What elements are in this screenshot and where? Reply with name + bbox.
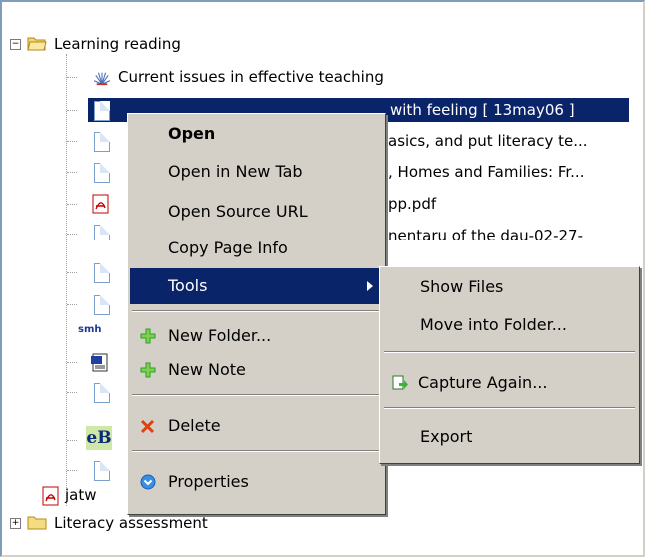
tree-item-label: asics, and put literacy te... — [388, 132, 588, 150]
menu-separator — [384, 407, 635, 409]
menu-item-tools[interactable]: Tools — [130, 268, 383, 304]
expand-icon[interactable]: + — [10, 518, 21, 529]
menu-separator — [384, 351, 635, 353]
page-icon — [94, 132, 110, 152]
tree-connector — [67, 470, 77, 471]
menu-item-delete[interactable]: Delete — [130, 408, 383, 444]
menu-item-open[interactable]: Open — [130, 116, 383, 152]
word-doc-icon — [91, 353, 108, 372]
menu-item-capture-again[interactable]: Capture Again... — [382, 365, 637, 401]
tree-item-label: , Homes and Families: Fr... — [388, 163, 585, 181]
collapse-icon[interactable]: − — [10, 39, 21, 50]
menu-item-label: New Folder... — [168, 326, 272, 345]
tree-connector — [67, 362, 77, 363]
starburst-icon — [94, 72, 110, 86]
page-icon — [94, 461, 110, 481]
tree-item-label: with feeling [ 13may06 ] — [390, 101, 575, 119]
menu-separator — [132, 310, 381, 312]
menu-item-export[interactable]: Export — [382, 419, 637, 455]
plus-icon — [140, 328, 156, 344]
page-icon — [94, 383, 110, 403]
pdf-icon — [42, 486, 59, 506]
menu-item-label: Properties — [168, 472, 249, 491]
plus-icon — [140, 362, 156, 378]
context-menu: Open Open in New Tab Open Source URL Cop… — [127, 113, 386, 515]
tree-connector — [67, 204, 77, 205]
menu-item-properties[interactable]: Properties — [130, 464, 383, 500]
tree-connector — [67, 77, 77, 78]
tree-connector — [67, 440, 77, 441]
menu-item-show-files[interactable]: Show Files — [382, 269, 637, 305]
tree-item[interactable]: Current issues in effective teaching — [2, 65, 643, 89]
capture-again-icon — [392, 375, 408, 390]
menu-item-label: Tools — [168, 276, 208, 295]
menu-separator — [132, 394, 381, 396]
page-icon — [94, 263, 110, 283]
tree-connector — [67, 392, 77, 393]
menu-item-new-folder[interactable]: New Folder... — [130, 318, 383, 354]
page-icon — [94, 225, 110, 240]
menu-item-copy-page-info[interactable]: Copy Page Info — [130, 230, 383, 266]
tree-connector — [67, 304, 77, 305]
tree-connector — [67, 110, 77, 111]
menu-item-label: New Note — [168, 360, 246, 379]
ebook-icon: eB — [86, 426, 112, 450]
page-icon — [94, 295, 110, 315]
tree-connector — [67, 172, 77, 173]
tree-item-label: pp.pdf — [388, 195, 437, 213]
menu-item-open-new-tab[interactable]: Open in New Tab — [130, 154, 383, 190]
page-icon — [94, 163, 110, 183]
menu-separator — [132, 450, 381, 452]
menu-item-label: Delete — [168, 416, 221, 435]
smh-icon: smh — [78, 324, 102, 335]
pdf-icon — [92, 194, 109, 214]
open-folder-icon — [27, 37, 47, 51]
tree-connector — [67, 141, 77, 142]
tree-item-label: jatw — [65, 486, 97, 504]
properties-icon — [140, 474, 156, 490]
tree-item-label: Current issues in effective teaching — [118, 68, 384, 86]
submenu-arrow-icon — [367, 281, 373, 291]
menu-item-move-into-folder[interactable]: Move into Folder... — [382, 307, 637, 343]
page-icon — [94, 101, 110, 121]
menu-item-label: Capture Again... — [418, 373, 548, 392]
tools-submenu: Show Files Move into Folder... Capture A… — [379, 266, 640, 464]
tree-node-label: Learning reading — [54, 35, 181, 53]
menu-item-new-note[interactable]: New Note — [130, 352, 383, 388]
tree-connector — [67, 234, 77, 235]
folder-icon — [27, 516, 47, 530]
tree-node-learning-reading[interactable]: − Learning reading — [2, 32, 643, 56]
delete-x-icon — [140, 419, 155, 434]
menu-item-open-source-url[interactable]: Open Source URL — [130, 194, 383, 230]
tree-connector — [67, 272, 77, 273]
tree-item-label: nentaru of the dau-02-27- — [388, 227, 583, 240]
